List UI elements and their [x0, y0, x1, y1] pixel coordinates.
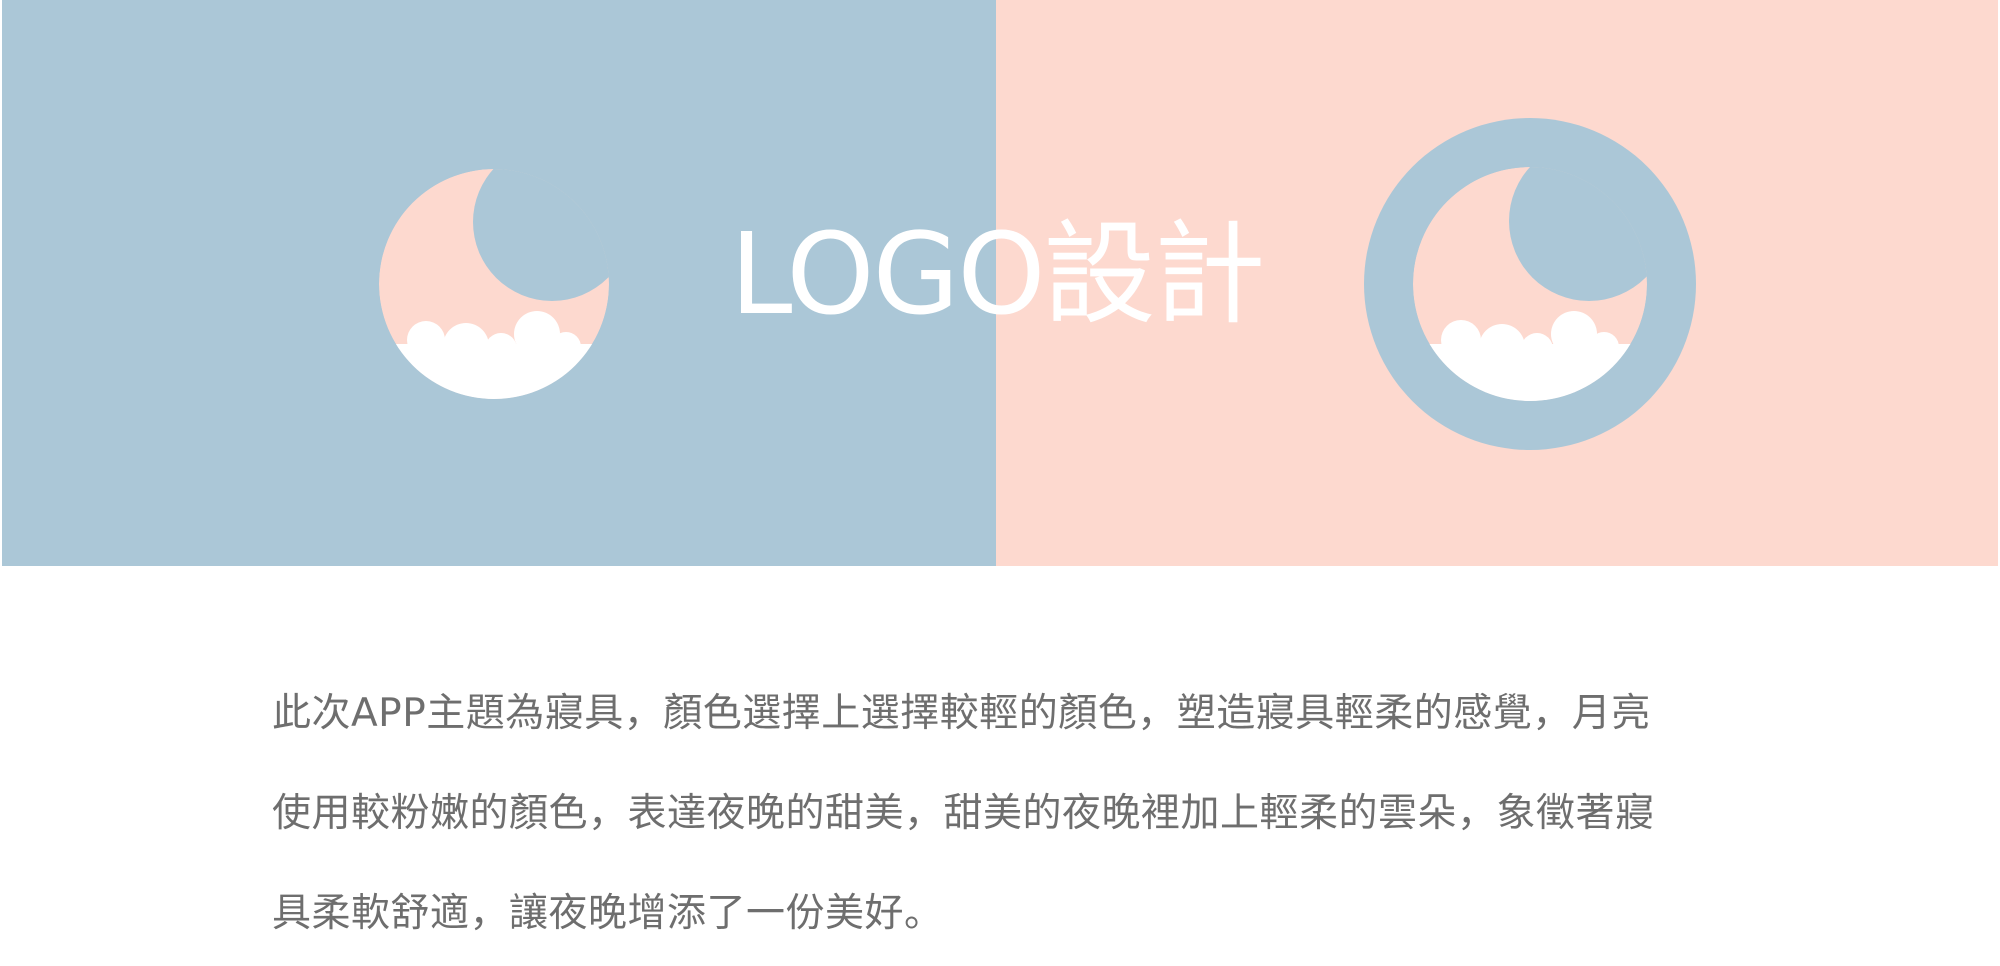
description-line: 此次APP主題為寢具，顏色選擇上選擇較輕的顏色，塑造寢具輕柔的感覺，月亮 — [272, 691, 1651, 736]
moon-cloud-logo-icon — [379, 169, 609, 399]
moon-cloud-ring-logo-icon — [1364, 118, 1696, 450]
logo-design-title: LOGO設計 — [730, 210, 1266, 340]
logo-banner: LOGO設計 — [2, 0, 1998, 566]
description-line: 使用較粉嫩的顏色，表達夜晚的甜美，甜美的夜晚裡加上輕柔的雲朵，象徵著寢 — [272, 791, 1655, 836]
description-line: 具柔軟舒適，讓夜晚增添了一份美好。 — [272, 891, 944, 936]
logo-description: 此次APP主題為寢具，顏色選擇上選擇較輕的顏色，塑造寢具輕柔的感覺，月亮 使用較… — [272, 664, 1742, 964]
